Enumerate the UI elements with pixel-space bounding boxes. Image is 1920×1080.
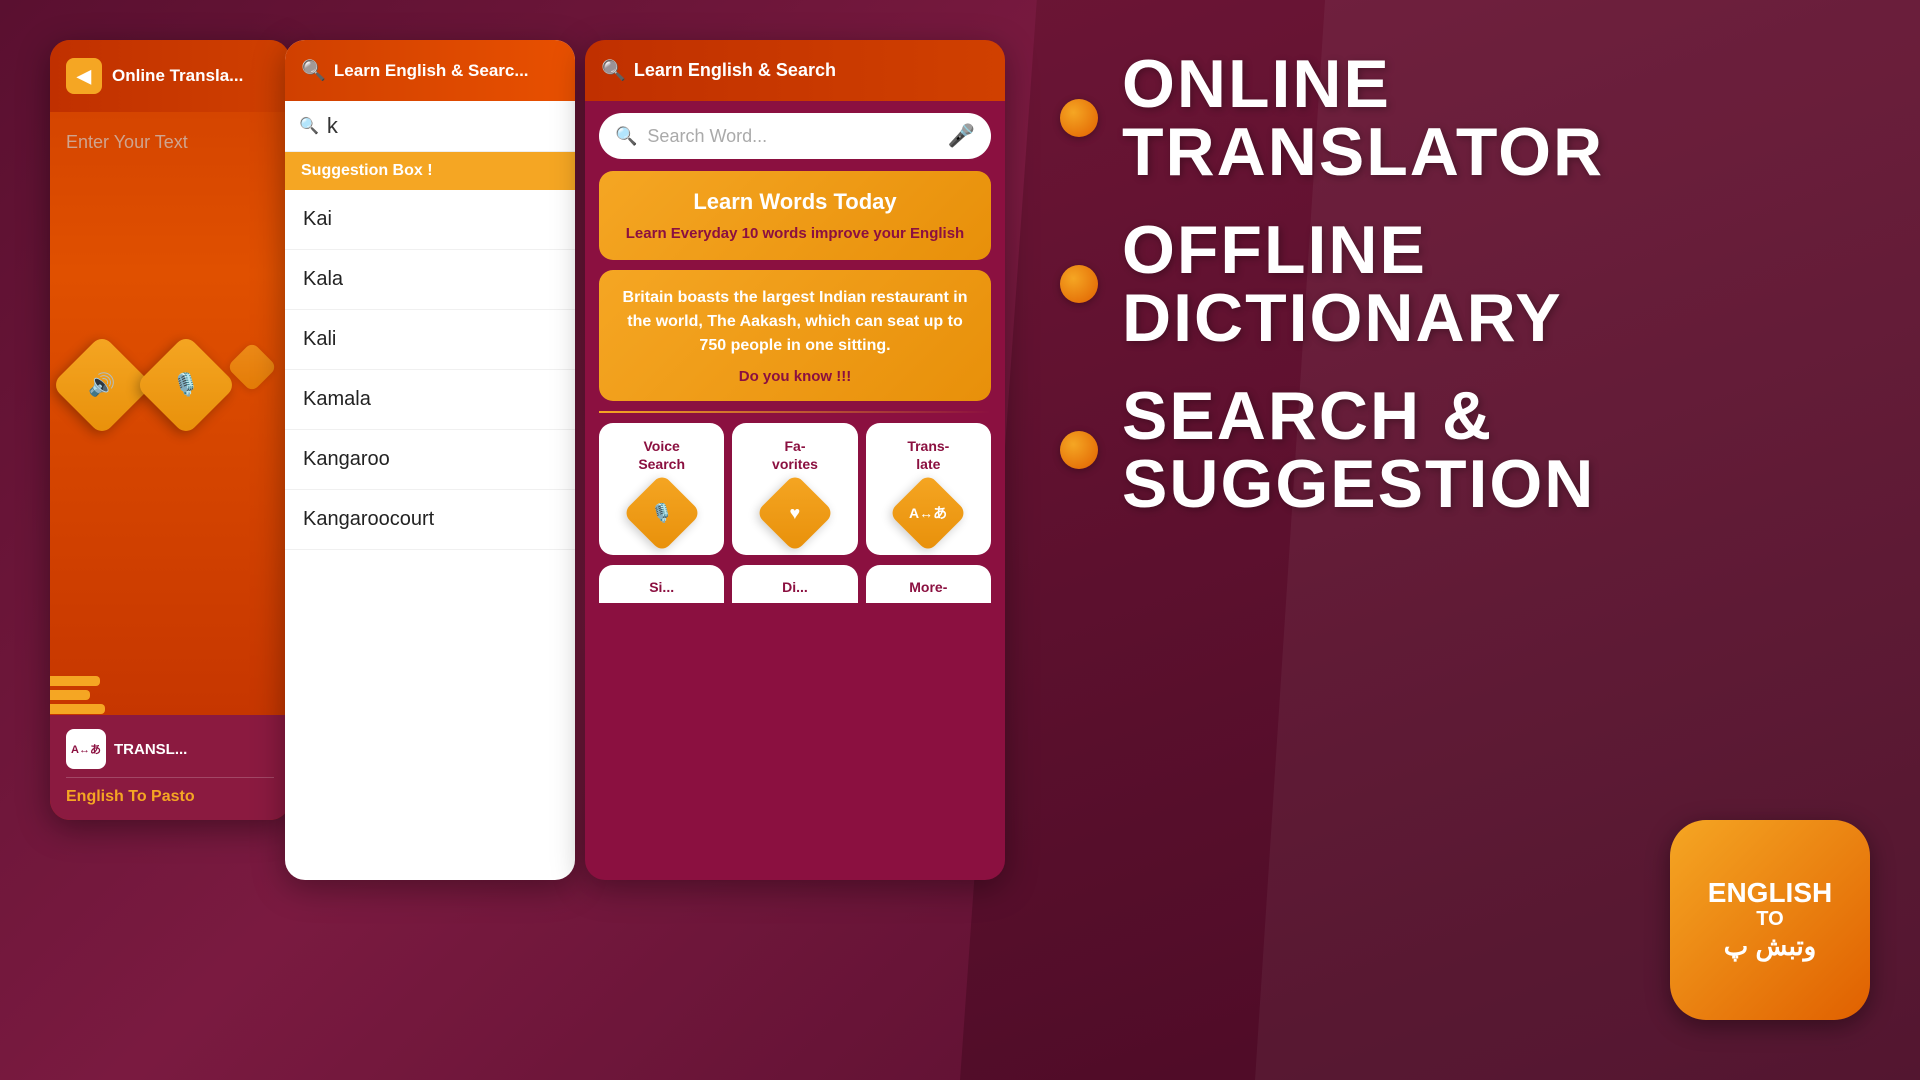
learn-words-card[interactable]: Learn Words Today Learn Everyday 10 word… <box>599 171 991 260</box>
translate-cell[interactable]: Trans-late A↔あ <box>866 423 991 555</box>
search-input-value[interactable]: k <box>327 113 338 139</box>
middle-header-title: Learn English & Searc... <box>334 61 529 81</box>
feature-block-1: ONLINE TRANSLATOR <box>1060 50 1880 186</box>
orange-dot-1 <box>1060 99 1098 137</box>
text-translator: TRANSLATOR <box>1122 118 1604 186</box>
icon-row: 🔊 🎙️ <box>50 333 290 437</box>
search-icon-right-header: 🔍 <box>601 58 626 83</box>
partial-label-3: More- <box>876 579 981 595</box>
language-selector[interactable]: English To Pasto <box>66 778 274 806</box>
mic-icon: 🎙️ <box>172 372 199 398</box>
list-item[interactable]: Kai <box>285 190 575 250</box>
speaker-icon: 🔊 <box>88 372 115 398</box>
heart-icon: ♥ <box>790 503 801 524</box>
translate-feature-icon: A↔あ <box>909 503 947 523</box>
favorites-cell[interactable]: Fa-vorites ♥ <box>732 423 857 555</box>
feature-grid: VoiceSearch 🎙️ Fa-vorites ♥ Trans-late A… <box>599 423 991 555</box>
feature-text-search-suggestion: SEARCH & SUGGESTION <box>1122 382 1595 518</box>
text-online: ONLINE <box>1122 50 1604 118</box>
left-header: ◀ Online Transla... <box>50 40 290 112</box>
enter-text-label: Enter Your Text <box>50 112 290 173</box>
mic-icon-right[interactable]: 🎤 <box>948 123 975 149</box>
partial-cell-2[interactable]: Di... <box>732 565 857 603</box>
extra-diamond <box>227 342 278 393</box>
list-item[interactable]: Kala <box>285 250 575 310</box>
right-header: 🔍 Learn English & Search <box>585 40 1005 101</box>
app-icon-to: TO <box>1756 908 1783 931</box>
feature-text-online-translator: ONLINE TRANSLATOR <box>1122 50 1604 186</box>
feature-text-offline-dictionary: OFFLINE DICTIONARY <box>1122 216 1563 352</box>
voice-search-cell[interactable]: VoiceSearch 🎙️ <box>599 423 724 555</box>
far-right-features: ONLINE TRANSLATOR OFFLINE DICTIONARY SEA… <box>1060 50 1880 548</box>
translate-icon: A↔あ <box>66 729 106 769</box>
partial-label-2: Di... <box>742 579 847 595</box>
bar-1 <box>50 676 100 686</box>
search-icon-right: 🔍 <box>615 126 637 147</box>
know-card-body: Britain boasts the largest Indian restau… <box>615 286 975 358</box>
list-item[interactable]: Kali <box>285 310 575 370</box>
know-card-label: Do you know !!! <box>615 368 975 385</box>
translate-feature-label: Trans-late <box>876 437 981 473</box>
translate-tab[interactable]: A↔あ TRANSL... <box>66 729 274 778</box>
translate-ab-icon: A↔あ <box>71 741 101 757</box>
text-offline: OFFLINE <box>1122 216 1563 284</box>
search-bar-middle[interactable]: 🔍 k <box>285 101 575 152</box>
back-button[interactable]: ◀ <box>66 58 102 94</box>
mic-feature-icon: 🎙️ <box>650 503 672 524</box>
bar-3 <box>50 704 105 714</box>
orange-dot-2 <box>1060 265 1098 303</box>
feature-row-3: SEARCH & SUGGESTION <box>1060 382 1880 518</box>
speaker-diamond-button[interactable]: 🔊 <box>51 334 153 436</box>
partial-cell-3[interactable]: More- <box>866 565 991 603</box>
app-icon-english: ENGLISH <box>1708 878 1832 909</box>
learn-card-title: Learn Words Today <box>615 189 975 215</box>
suggestion-box-header: Suggestion Box ! <box>285 152 575 190</box>
list-item[interactable]: Kamala <box>285 370 575 430</box>
did-you-know-card[interactable]: Britain boasts the largest Indian restau… <box>599 270 991 401</box>
feature-row-2: OFFLINE DICTIONARY <box>1060 216 1880 352</box>
learn-card-subtitle: Learn Everyday 10 words improve your Eng… <box>615 225 975 242</box>
voice-search-label: VoiceSearch <box>609 437 714 473</box>
app-icon-pashto: وتبش پ <box>1724 931 1817 962</box>
feature-block-3: SEARCH & SUGGESTION <box>1060 382 1880 518</box>
left-translator-panel: ◀ Online Transla... Enter Your Text 🔊 🎙️… <box>50 40 290 820</box>
text-suggestion: SUGGESTION <box>1122 450 1595 518</box>
favorites-diamond: ♥ <box>755 474 834 553</box>
app-icon[interactable]: ENGLISH TO وتبش پ <box>1670 820 1870 1020</box>
suggestion-list: Kai Kala Kali Kamala Kangaroo Kangarooco… <box>285 190 575 550</box>
mic-diamond-button[interactable]: 🎙️ <box>135 334 237 436</box>
list-item[interactable]: Kangaroocourt <box>285 490 575 550</box>
middle-suggestion-panel: 🔍 Learn English & Searc... 🔍 k Suggestio… <box>285 40 575 880</box>
voice-search-diamond: 🎙️ <box>622 474 701 553</box>
bar-2 <box>50 690 90 700</box>
right-header-title: Learn English & Search <box>634 60 836 81</box>
favorites-label: Fa-vorites <box>742 437 847 473</box>
search-icon-mid-header: 🔍 <box>301 58 326 83</box>
partial-feature-row: Si... Di... More- <box>599 565 991 603</box>
text-search: SEARCH & <box>1122 382 1595 450</box>
left-panel-bottom: A↔あ TRANSL... English To Pasto <box>50 715 290 820</box>
orange-dot-3 <box>1060 431 1098 469</box>
partial-label-1: Si... <box>609 579 714 595</box>
divider <box>599 411 991 413</box>
text-dictionary: DICTIONARY <box>1122 284 1563 352</box>
partial-cell-1[interactable]: Si... <box>599 565 724 603</box>
translate-diamond: A↔あ <box>889 474 968 553</box>
left-panel-title: Online Transla... <box>112 66 243 86</box>
translate-tab-label: TRANSL... <box>114 741 187 758</box>
search-placeholder-text: Search Word... <box>647 126 937 147</box>
right-search-panel: 🔍 Learn English & Search 🔍 Search Word..… <box>585 40 1005 880</box>
middle-header: 🔍 Learn English & Searc... <box>285 40 575 101</box>
search-icon-small: 🔍 <box>299 116 319 136</box>
feature-row-1: ONLINE TRANSLATOR <box>1060 50 1880 186</box>
feature-block-2: OFFLINE DICTIONARY <box>1060 216 1880 352</box>
search-bar-right[interactable]: 🔍 Search Word... 🎤 <box>599 113 991 159</box>
list-item[interactable]: Kangaroo <box>285 430 575 490</box>
